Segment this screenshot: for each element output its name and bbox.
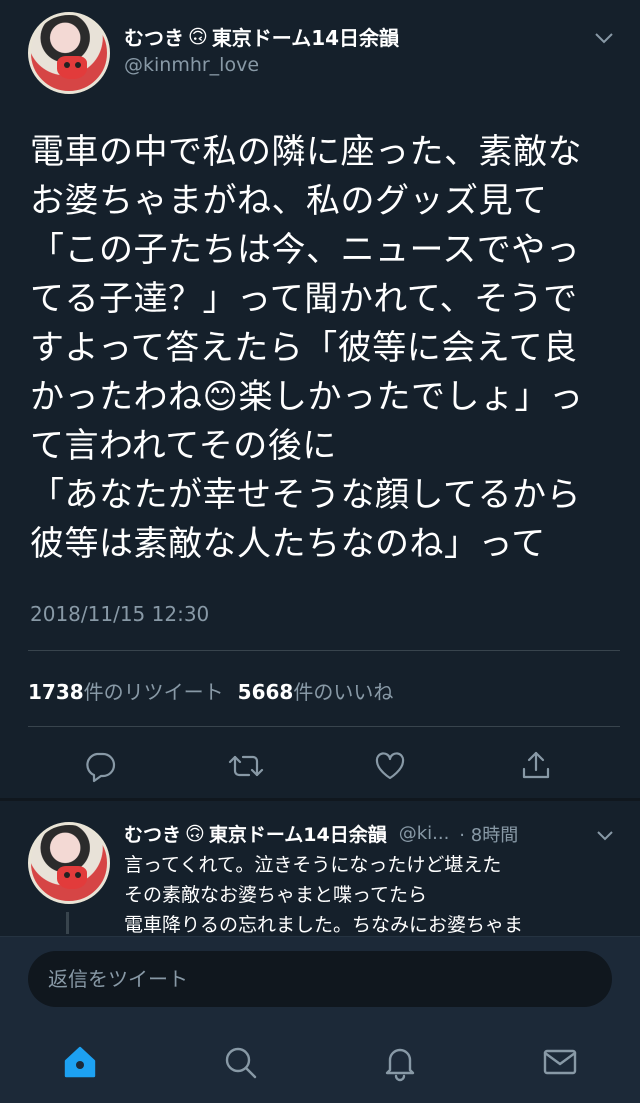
tweet-text-line: て言われてその後に xyxy=(30,426,337,466)
reply-text-line: その素敵なお婆ちゃまと喋ってたら xyxy=(124,884,428,906)
retweet-count: 1738 xyxy=(28,680,84,704)
reply-time: · 8時間 xyxy=(459,824,519,846)
divider xyxy=(28,650,620,651)
avatar[interactable] xyxy=(28,822,110,904)
upside-down-face-emoji: 🙃 xyxy=(188,25,208,48)
like-label: 件のいいね xyxy=(293,680,394,704)
chevron-down-icon[interactable] xyxy=(594,30,614,44)
reply-text-line: 言ってくれて。泣きそうになったけど堪えた xyxy=(124,854,502,876)
share-icon[interactable] xyxy=(516,746,556,786)
reply-icon[interactable] xyxy=(80,746,120,786)
tweet-text-line: 彼等は素敵な人たちなのね」って xyxy=(30,524,546,564)
like-count: 5668 xyxy=(237,680,294,704)
home-icon[interactable] xyxy=(58,1040,102,1084)
tweet-text-line: かったわね😊楽しかったでしょ」っ xyxy=(30,377,584,417)
tweet-timestamp: 2018/11/15 12:30 xyxy=(30,602,210,626)
display-name-suffix: 東京ドーム14日余韻 xyxy=(208,824,387,846)
display-name[interactable]: むつき xyxy=(124,820,181,847)
reply-input[interactable] xyxy=(28,951,612,1007)
like-stat[interactable]: 5668件のいいね xyxy=(238,676,394,705)
tweet-actions xyxy=(0,740,640,788)
heart-icon[interactable] xyxy=(370,746,410,786)
notifications-icon[interactable] xyxy=(378,1040,422,1084)
divider xyxy=(28,726,620,727)
avatar[interactable] xyxy=(28,12,110,94)
thread-line xyxy=(66,912,69,934)
tweet-text-line: 電車の中で私の隣に座った、素敵な xyxy=(30,132,582,172)
reply-header: むつき 🙃 東京ドーム14日余韻 @ki... · 8時間 xyxy=(124,820,518,847)
author-handle[interactable]: @ki... xyxy=(399,823,450,844)
tweet-text-line: 「この子たちは今、ニュースでやっ xyxy=(30,230,581,270)
display-name: むつき xyxy=(124,26,184,50)
tweet-text-line: 「あなたが幸せそうな顔してるから xyxy=(30,475,581,515)
tweet-text-line: てる子達？」って聞かれて、そうで xyxy=(30,279,578,319)
upside-down-face-emoji: 🙃 xyxy=(185,822,205,845)
author-handle[interactable]: @kinmhr_love xyxy=(124,54,259,76)
retweet-icon[interactable] xyxy=(226,746,266,786)
messages-icon[interactable] xyxy=(538,1040,582,1084)
tweet-stats: 1738件のリツイート 5668件のいいね xyxy=(28,676,393,705)
retweet-stat[interactable]: 1738件のリツイート xyxy=(28,676,224,705)
author-name-row[interactable]: むつき 🙃 東京ドーム14日余韻 xyxy=(124,22,399,51)
tweet-text-line: すよって答えたら「彼等に会えて良 xyxy=(30,328,578,368)
tweet-text: 電車の中で私の隣に座った、素敵な お婆ちゃまがね、私のグッズ見て 「この子たちは… xyxy=(30,128,620,569)
reply-text: 言ってくれて。泣きそうになったけど堪えた その素敵なお婆ちゃまと喋ってたら 電車… xyxy=(124,850,624,940)
compose-bar xyxy=(0,936,640,1024)
retweet-label: 件のリツイート xyxy=(83,680,224,704)
section-separator xyxy=(0,798,640,801)
tweet-text-line: お婆ちゃまがね、私のグッズ見て xyxy=(30,181,548,221)
search-icon[interactable] xyxy=(218,1040,262,1084)
bottom-tab-bar xyxy=(0,1024,640,1103)
display-name-suffix: 東京ドーム14日余韻 xyxy=(211,26,400,50)
avatar-face xyxy=(56,866,88,889)
chevron-down-icon[interactable] xyxy=(596,827,614,841)
avatar-face xyxy=(56,56,88,79)
